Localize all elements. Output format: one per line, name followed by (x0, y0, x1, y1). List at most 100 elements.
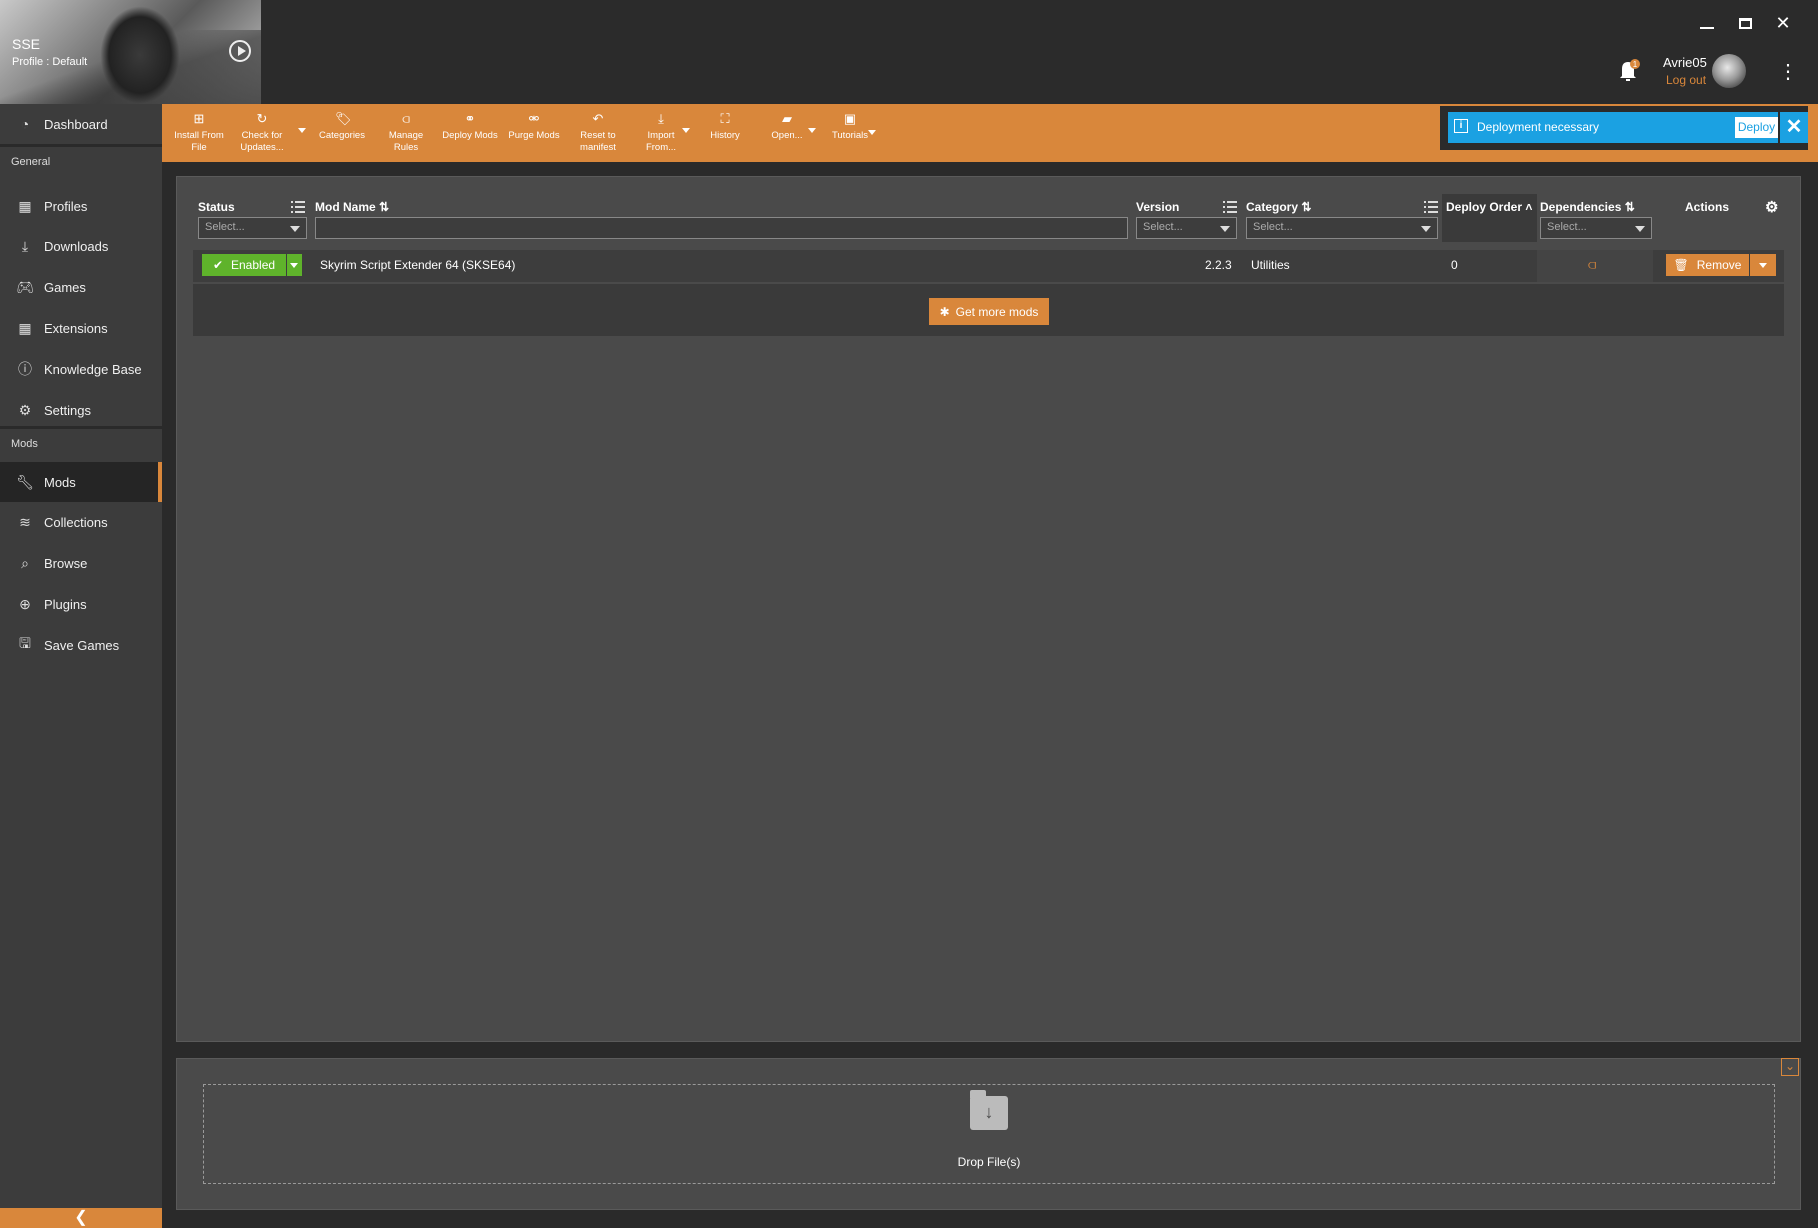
import-dropdown[interactable] (682, 128, 690, 133)
game-short-name: SSE (12, 36, 41, 52)
check-for-updates-button[interactable]: ↻ Check for Updates... (234, 112, 290, 154)
nexus-icon: ✱ (939, 304, 950, 319)
deploy-button[interactable]: Deploy (1735, 117, 1778, 138)
install-from-file-button[interactable]: ⊞ Install From File (172, 112, 226, 154)
column-header-status[interactable]: Status (198, 200, 235, 214)
actions-dropdown[interactable] (1750, 254, 1776, 276)
table-settings-button[interactable]: ⚙ (1765, 198, 1778, 216)
sidebar-item-profiles[interactable]: ▦ Profiles (0, 186, 162, 226)
categories-button[interactable]: 🏷︎ Categories (314, 112, 370, 142)
column-header-deploy-order[interactable]: Deploy Order ˄ (1446, 200, 1532, 214)
sort-icon: ⇅ (379, 200, 390, 214)
minimize-button[interactable] (1692, 12, 1722, 34)
tag-icon: 🏷︎ (335, 111, 352, 126)
column-header-version[interactable]: Version (1136, 200, 1179, 214)
maximize-button[interactable] (1730, 12, 1760, 34)
sort-asc-icon: ˄ (1525, 200, 1533, 214)
tutorials-icon: ▣ (843, 111, 857, 126)
list-icon[interactable] (1223, 201, 1237, 213)
sort-icon: ⇅ (1624, 200, 1635, 214)
open-dropdown[interactable] (808, 128, 816, 133)
sidebar-item-label: Profiles (44, 198, 88, 214)
sidebar-item-knowledge-base[interactable]: ⓘ Knowledge Base (0, 349, 162, 389)
tutorials-dropdown[interactable] (868, 130, 876, 135)
avatar[interactable] (1712, 54, 1746, 88)
import-from-button[interactable]: ⤓ Import From... (634, 112, 688, 154)
remove-mod-button[interactable]: 🗑︎ Remove (1666, 254, 1749, 276)
sidebar: ◔ Dashboard General ▦ Profiles ⤓ Downloa… (0, 104, 162, 1228)
game-banner[interactable] (0, 0, 261, 104)
sidebar-item-label: Games (44, 279, 86, 295)
dependencies-filter[interactable]: Select... (1540, 217, 1652, 239)
close-icon: ✕ (1785, 116, 1803, 138)
version-cell: 2.2.3 (1205, 258, 1232, 272)
status-filter[interactable]: Select... (198, 217, 307, 239)
deploy-mods-button[interactable]: ⚭ Deploy Mods (440, 112, 500, 142)
sidebar-item-label: Extensions (44, 320, 108, 336)
collapse-sidebar-button[interactable]: ❮ (0, 1208, 162, 1228)
open-button[interactable]: ▰ Open... (762, 112, 812, 142)
close-window-button[interactable]: ✕ (1768, 12, 1798, 34)
sidebar-item-plugins[interactable]: ⊕ Plugins (0, 584, 162, 624)
column-header-mod-name[interactable]: Mod Name ⇅ (315, 200, 389, 214)
more-menu-button[interactable]: ⋮ (1778, 60, 1798, 84)
kebab-icon: ⋮ (1778, 61, 1798, 83)
sidebar-item-games[interactable]: 🎮︎ Games (0, 267, 162, 307)
history-icon: ⛶ (720, 111, 730, 126)
sidebar-item-collections[interactable]: ≋ Collections (0, 502, 162, 542)
chevron-down-icon: ⌄ (1784, 1059, 1796, 1073)
get-more-mods-button[interactable]: ✱ Get more mods (929, 298, 1049, 325)
sidebar-item-dashboard[interactable]: ◔ Dashboard (0, 104, 162, 144)
user-name: Avrie05 (1663, 55, 1707, 70)
sidebar-divider (0, 426, 162, 429)
notification-text: Deployment necessary (1477, 120, 1600, 134)
column-header-dependencies[interactable]: Dependencies ⇅ (1540, 200, 1635, 214)
sidebar-item-extensions[interactable]: ▦ Extensions (0, 308, 162, 348)
sidebar-section-mods: Mods (11, 438, 38, 450)
mod-name-filter[interactable] (315, 217, 1128, 239)
list-icon[interactable] (291, 201, 305, 213)
sidebar-item-label: Collections (44, 514, 108, 530)
dismiss-notification-button[interactable]: ✕ (1780, 112, 1808, 143)
list-icon[interactable] (1424, 201, 1438, 213)
collapse-drop-panel-button[interactable]: ⌄ (1781, 1058, 1799, 1076)
reset-to-manifest-button[interactable]: ↶ Reset to manifest (570, 112, 626, 154)
sidebar-item-downloads[interactable]: ⤓ Downloads (0, 226, 162, 266)
notifications-button[interactable]: 1 (1614, 56, 1644, 86)
plus-square-icon: ⊞ (193, 111, 205, 126)
sidebar-item-browse[interactable]: ⌕ Browse (0, 543, 162, 583)
import-icon: ⤓ (658, 111, 664, 126)
refresh-icon: ↻ (256, 111, 268, 126)
status-dropdown[interactable] (287, 254, 302, 276)
sidebar-item-label: Plugins (44, 596, 87, 612)
sort-icon: ⇅ (1301, 200, 1312, 214)
sidebar-item-settings[interactable]: ⚙ Settings (0, 390, 162, 430)
sidebar-section-general: General (11, 156, 51, 168)
save-icon: 🖫 (19, 635, 31, 651)
purge-mods-button[interactable]: ⚮ Purge Mods (504, 112, 564, 142)
gear-icon: ⚙ (18, 401, 32, 418)
sidebar-item-label: Settings (44, 402, 91, 418)
info-icon: i (1454, 119, 1468, 133)
status-toggle-button[interactable]: ✔ Enabled (202, 254, 286, 276)
chevron-left-icon: ❮ (74, 1209, 88, 1226)
column-header-category[interactable]: Category ⇅ (1246, 200, 1311, 214)
title-bar (0, 0, 1818, 104)
trash-icon: 🗑︎ (1673, 258, 1689, 272)
check-updates-dropdown[interactable] (298, 128, 306, 133)
version-filter[interactable]: Select... (1136, 217, 1237, 239)
play-icon[interactable] (229, 40, 251, 62)
history-button[interactable]: ⛶ History (698, 112, 752, 142)
tutorials-button[interactable]: ▣ Tutorials (824, 112, 876, 142)
sidebar-item-save-games[interactable]: 🖫 Save Games (0, 625, 162, 665)
manage-rules-button[interactable]: ⫏ Manage Rules (378, 112, 434, 154)
deploy-order-cell: 0 (1451, 258, 1458, 272)
sidebar-item-mods[interactable]: 🔧︎ Mods (0, 462, 162, 502)
category-filter[interactable]: Select... (1246, 217, 1438, 239)
wrench-icon: 🔧︎ (16, 473, 34, 490)
extensions-icon: ▦ (18, 319, 32, 336)
link-icon: ⚭ (464, 111, 476, 126)
logout-link[interactable]: Log out (1666, 73, 1706, 87)
dependency-rules-icon[interactable]: ⫏ (1588, 256, 1596, 273)
layers-icon: ≋ (19, 513, 31, 530)
